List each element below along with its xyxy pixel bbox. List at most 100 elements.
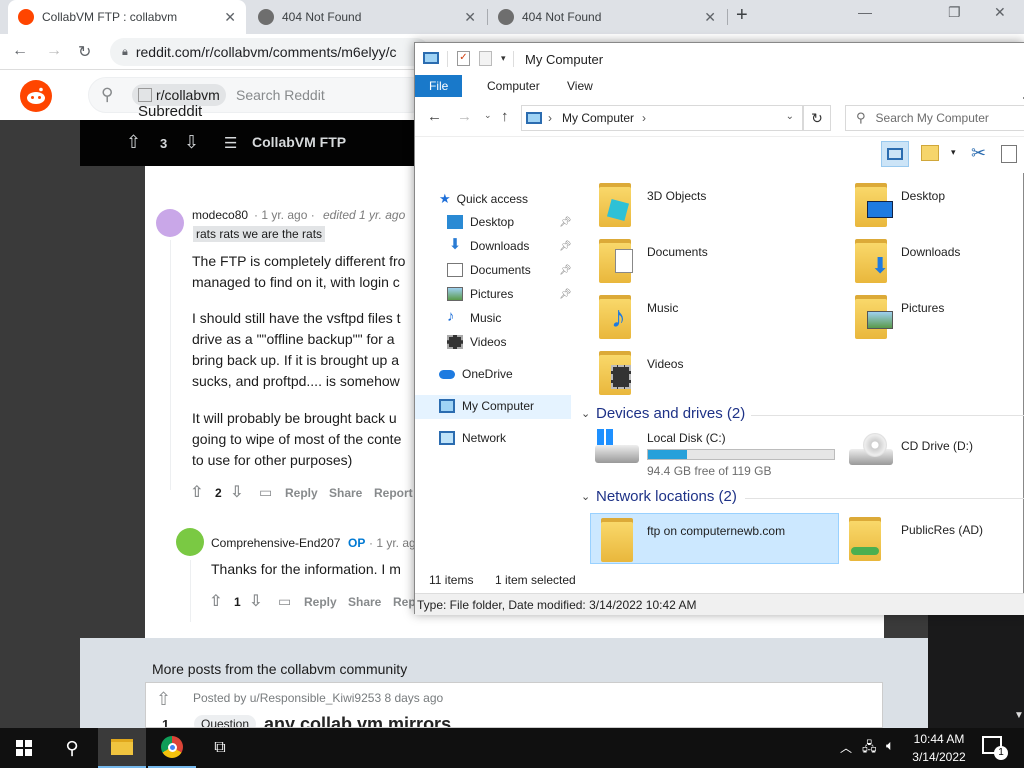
reply-button[interactable]: Reply [285,486,318,500]
collapse-chevron-icon[interactable]: ⌄ [581,407,590,420]
copy-icon[interactable] [1001,145,1017,163]
nav-videos[interactable]: Videos [447,335,506,349]
share-button[interactable]: Share [348,595,381,609]
close-tab-icon[interactable]: ✕ [464,9,476,26]
window-close-icon[interactable]: ✕ [994,4,1006,21]
new-tab-button[interactable]: + [736,4,748,27]
restore-icon[interactable]: ❐ [948,4,961,21]
pin-icon[interactable]: 📌︎ [559,241,572,252]
avatar[interactable] [176,528,204,556]
nav-my-computer[interactable]: My Computer [439,399,534,413]
tab-404-2[interactable]: 404 Not Found ✕ [488,0,726,34]
downvote-icon[interactable]: ⇩ [249,591,262,611]
tab-collabvm-ftp[interactable]: CollabVM FTP : collabvm ✕ [8,0,246,34]
nav-downloads[interactable]: ⬇ Downloads [447,237,530,253]
address-box[interactable]: › My Computer › ⌄ [521,105,803,131]
nav-music[interactable]: ♪ Music [447,309,501,325]
cut-icon[interactable]: ✂ [971,143,986,164]
downvote-icon[interactable]: ⇩ [230,482,243,502]
upvote-icon[interactable]: ⇧ [209,591,222,611]
more-post-byline[interactable]: Posted by u/Responsible_Kiwi9253 8 days … [193,691,443,705]
more-post-title[interactable]: any collab vm mirrors [264,714,451,727]
thread-line[interactable] [170,240,171,490]
customize-qat-icon[interactable]: ▾ [501,53,506,64]
pin-icon[interactable]: 📌︎ [559,289,572,300]
search-icon[interactable]: ⚲ [48,728,96,768]
more-post-card[interactable]: ⇧ 1 Posted by u/Responsible_Kiwi9253 8 d… [145,682,883,728]
upvote-icon[interactable]: ⇧ [126,132,141,153]
nav-onedrive[interactable]: OneDrive [439,367,513,381]
nav-documents[interactable]: Documents [447,263,531,277]
folder-pictures[interactable]: Pictures [855,295,1020,341]
forward-arrow-icon[interactable]: → [46,42,62,60]
network-group-header[interactable]: Network locations (2) [596,488,737,505]
avatar[interactable] [156,209,184,237]
taskbar-clock[interactable]: 10:44 AM 3/14/2022 [900,730,978,766]
drive-cd-d[interactable]: CD Drive (D:) [849,433,1019,477]
reply-bubble-icon[interactable]: ▭ [259,484,272,501]
breadcrumb-chevron-icon[interactable]: › [642,111,646,125]
chrome-taskbar-icon[interactable] [148,728,196,768]
back-arrow-icon[interactable]: ← [12,42,28,60]
new-folder-icon[interactable] [479,51,492,66]
tab-404-1[interactable]: 404 Not Found ✕ [248,0,486,34]
upvote-icon[interactable]: ⇧ [156,689,171,710]
nav-quick-access[interactable]: ★ Quick access [439,191,528,207]
close-tab-icon[interactable]: ✕ [704,9,716,26]
drive-local-disk-c[interactable]: Local Disk (C:) 94.4 GB free of 119 GB [595,429,840,479]
nav-desktop[interactable]: Desktop [447,215,514,229]
refresh-button[interactable]: ↻ [803,105,831,131]
tab-computer[interactable]: Computer [473,75,554,97]
network-publicres-ad[interactable]: PublicRes (AD) [847,513,1017,563]
pin-icon[interactable]: 📌︎ [559,265,572,276]
pin-icon[interactable]: 📌︎ [559,217,572,228]
close-tab-icon[interactable]: ✕ [224,9,236,26]
thread-line[interactable] [190,560,191,622]
scroll-down-icon[interactable]: ▼ [1014,710,1024,721]
network-tray-icon[interactable]: 🖧︎ [862,738,877,760]
file-explorer-taskbar-icon[interactable] [98,728,146,768]
minimize-icon[interactable]: — [858,4,872,20]
address-dropdown-icon[interactable]: ⌄ [786,111,794,122]
task-view-icon[interactable]: ⧉ [196,728,244,768]
comment-time[interactable]: · 1 yr. ag [369,536,416,550]
reddit-logo-icon[interactable] [20,80,52,112]
reply-bubble-icon[interactable]: ▭ [278,593,291,610]
comment-time[interactable]: · 1 yr. ago · [254,208,315,222]
address-bar[interactable]: 🔒︎ reddit.com/r/collabvm/comments/m6elyy… [110,38,430,66]
properties-icon[interactable]: ✓ [457,51,470,66]
network-ftp-computernewb[interactable]: ftp on computernewb.com [590,513,839,564]
tab-file[interactable]: File [415,75,463,97]
action-center-icon[interactable]: 1 [982,736,1008,760]
post-flair[interactable]: Question [194,715,257,727]
report-button[interactable]: Report [374,486,413,500]
start-button[interactable] [0,728,48,768]
tab-view[interactable]: View [553,75,607,97]
dropdown-icon[interactable]: ▾ [951,147,956,158]
devices-group-header[interactable]: Devices and drives (2) [596,405,745,422]
collapse-chevron-icon[interactable]: ⌄ [581,490,590,503]
search-field[interactable]: ⚲ Search My Computer [845,105,1024,131]
comment-author[interactable]: modeco80 [192,208,248,222]
downvote-icon[interactable]: ⇩ [184,132,199,153]
share-button[interactable]: Share [329,486,362,500]
forward-arrow-icon[interactable]: → [457,108,472,125]
new-folder-icon[interactable] [921,145,939,161]
reload-icon[interactable]: ↻ [78,42,91,62]
folder-downloads[interactable]: ⬇ Downloads [855,239,1020,285]
folder-3d-objects[interactable]: 3D Objects [599,183,829,229]
folder-documents[interactable]: Documents [599,239,829,285]
recent-locations-icon[interactable]: ⌄ [484,110,492,121]
show-hidden-icons-chevron[interactable]: ︿ [840,739,852,756]
up-arrow-icon[interactable]: ↑ [501,108,509,125]
folder-music[interactable]: ♪ Music [599,295,829,341]
address-text[interactable]: My Computer [562,111,634,125]
upvote-icon[interactable]: ⇧ [190,482,203,502]
back-arrow-icon[interactable]: ← [427,108,442,125]
reply-button[interactable]: Reply [304,595,337,609]
folder-videos[interactable]: Videos [599,351,829,397]
volume-icon[interactable]: 🔈︎ [886,737,894,754]
comment-author[interactable]: Comprehensive-End207 [211,536,340,550]
nav-network[interactable]: Network [439,431,506,445]
breadcrumb-chevron-icon[interactable]: › [548,111,552,125]
